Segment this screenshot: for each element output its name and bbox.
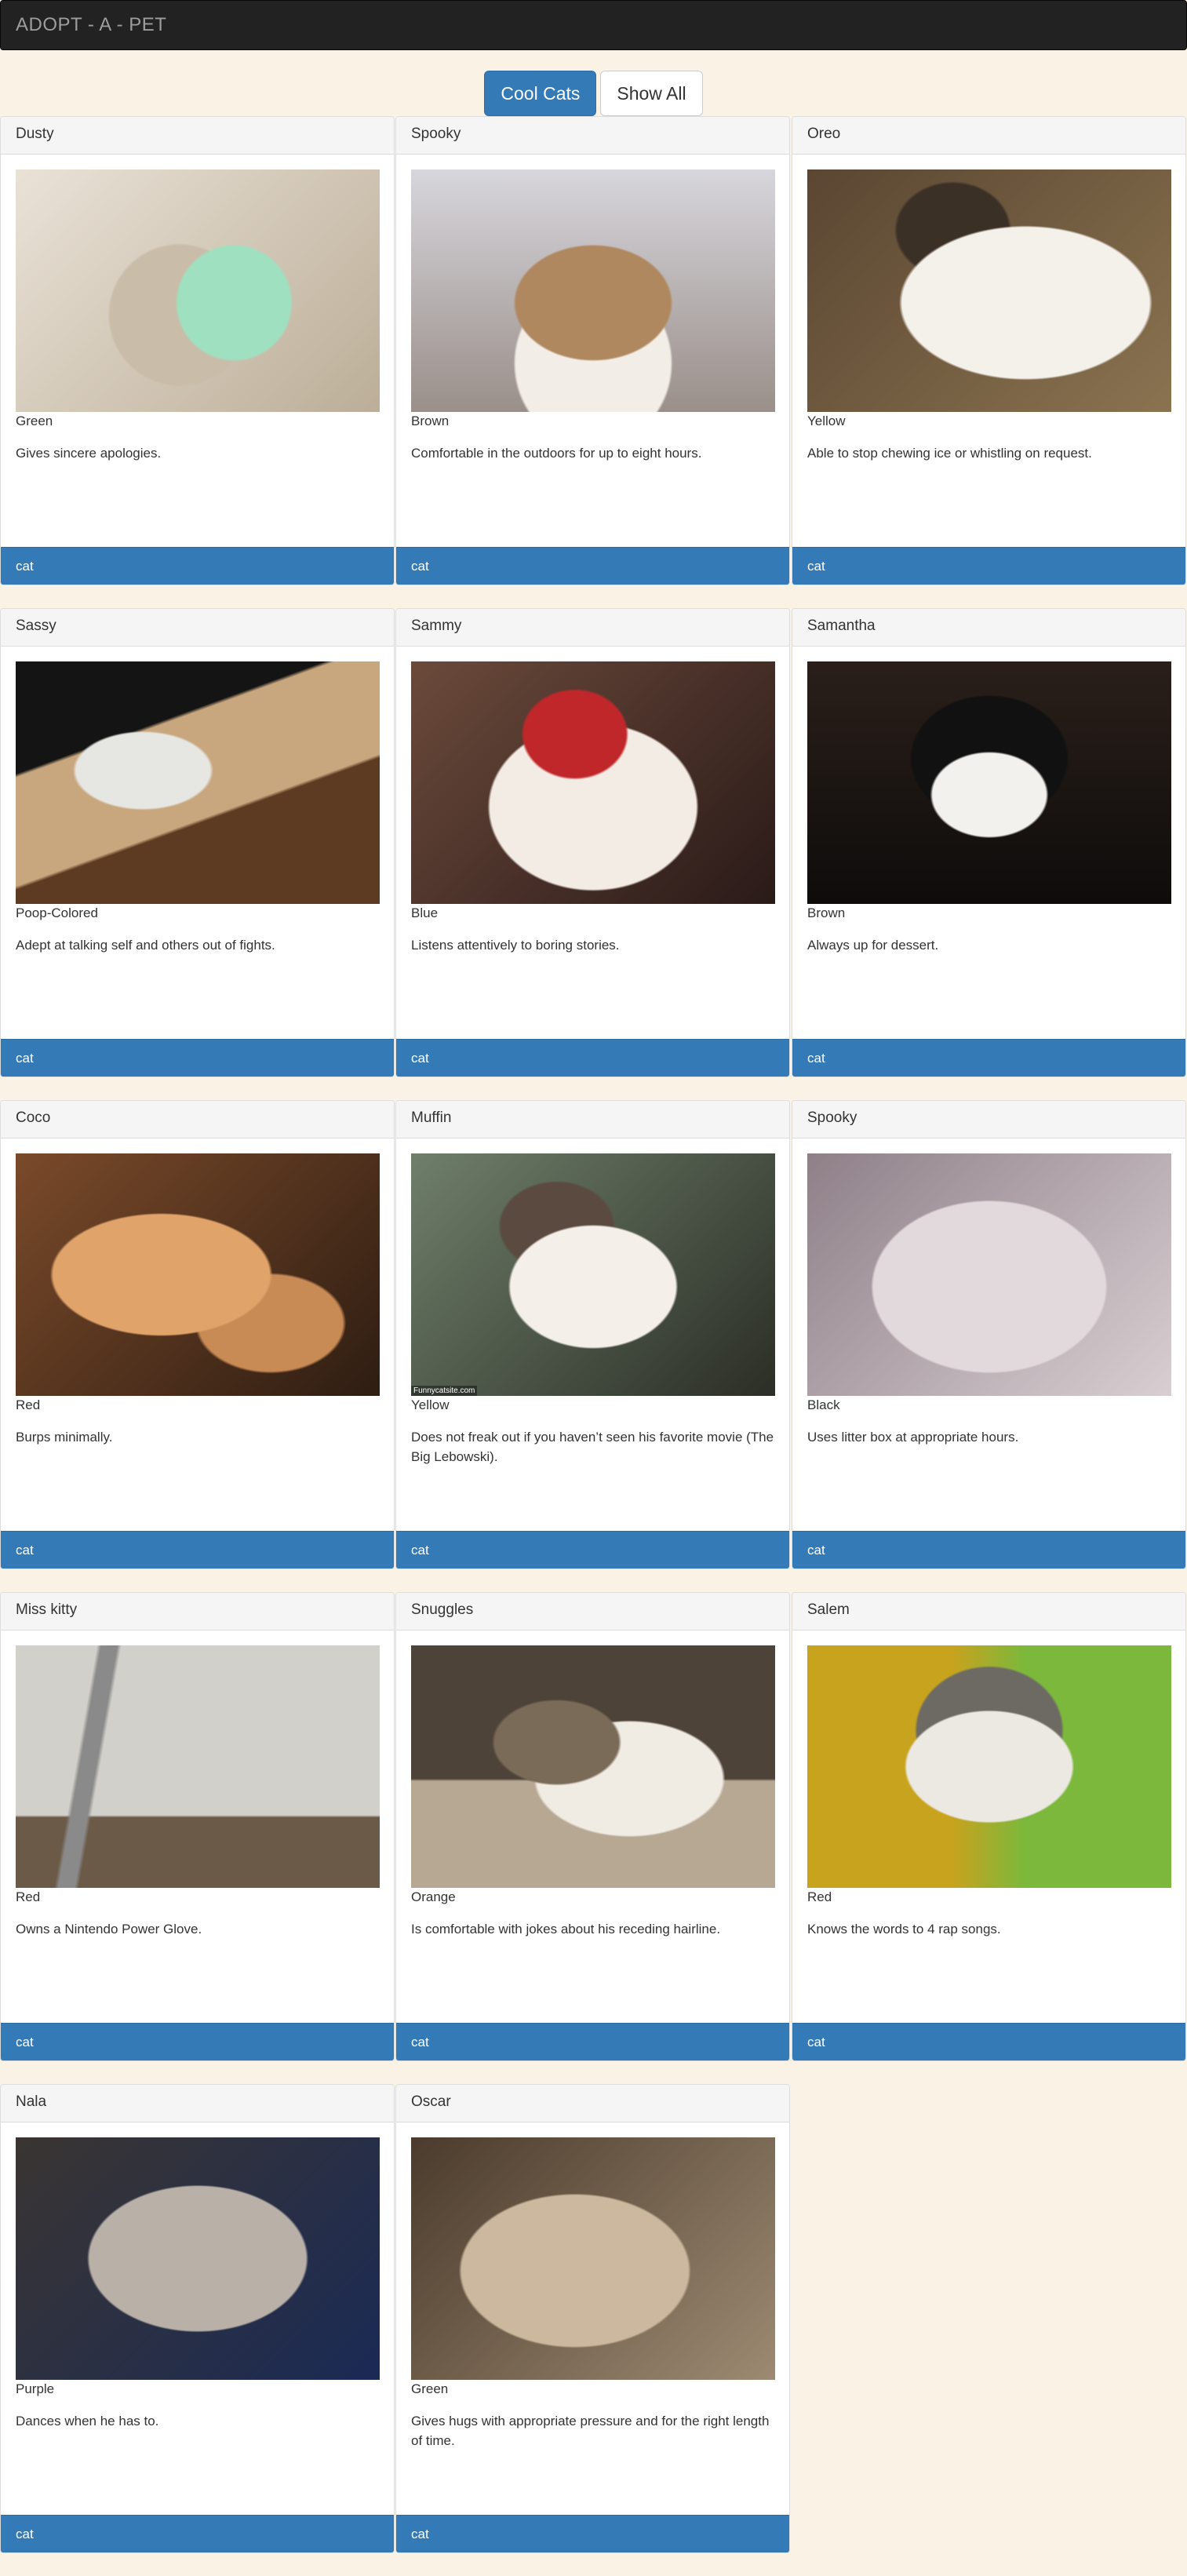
pet-name: Oscar bbox=[396, 2085, 789, 2122]
pet-color: Brown bbox=[807, 905, 846, 920]
pet-card: Samantha Brown Always up for dessert. ca… bbox=[792, 608, 1186, 1077]
pet-photo bbox=[807, 1153, 1171, 1396]
pet-card: Spooky Brown Comfortable in the outdoors… bbox=[395, 116, 790, 585]
pet-photo bbox=[807, 661, 1171, 904]
pet-photo bbox=[807, 169, 1171, 412]
pet-tag: cat bbox=[396, 547, 789, 585]
pet-description: Owns a Nintendo Power Glove. bbox=[16, 1922, 202, 1937]
pet-color: Yellow bbox=[411, 1397, 450, 1412]
pet-tag: cat bbox=[1, 2515, 394, 2552]
pet-color: Orange bbox=[411, 1889, 456, 1904]
pet-card: Spooky Black Uses litter box at appropri… bbox=[792, 1100, 1186, 1569]
pet-photo bbox=[16, 661, 380, 904]
pet-tag: cat bbox=[1, 1531, 394, 1569]
pet-color: Yellow bbox=[807, 414, 846, 428]
pet-color: Red bbox=[16, 1889, 41, 1904]
cool-cats-button[interactable]: Cool Cats bbox=[484, 71, 597, 116]
pet-color: Red bbox=[807, 1889, 832, 1904]
pet-tag: cat bbox=[1, 547, 394, 585]
pet-name: Sassy bbox=[1, 609, 394, 647]
pet-description: Knows the words to 4 rap songs. bbox=[807, 1922, 1001, 1937]
brand-title[interactable]: ADOPT - A - PET bbox=[16, 14, 166, 36]
pet-tag: cat bbox=[396, 1531, 789, 1569]
pet-tag: cat bbox=[1, 1039, 394, 1077]
pet-name: Sammy bbox=[396, 609, 789, 647]
pet-color: Brown bbox=[411, 414, 450, 428]
pet-name: Spooky bbox=[396, 117, 789, 155]
pet-card: Coco Red Burps minimally. cat bbox=[0, 1100, 395, 1569]
pet-color: Red bbox=[16, 1397, 41, 1412]
pet-color: Purple bbox=[16, 2381, 55, 2396]
pet-photo bbox=[16, 2137, 380, 2380]
pet-description: Uses litter box at appropriate hours. bbox=[807, 1430, 1019, 1445]
pet-name: Snuggles bbox=[396, 1593, 789, 1630]
pet-description: Listens attentively to boring stories. bbox=[411, 938, 620, 953]
pet-tag: cat bbox=[792, 2023, 1185, 2060]
pet-name: Salem bbox=[792, 1593, 1185, 1630]
pet-card: Muffin Funnycatsite.com Yellow Does not … bbox=[395, 1100, 790, 1569]
pet-description: Gives sincere apologies. bbox=[16, 446, 162, 461]
pet-color: Blue bbox=[411, 905, 439, 920]
pet-name: Samantha bbox=[792, 609, 1185, 647]
pet-photo: Funnycatsite.com bbox=[411, 1153, 775, 1396]
pet-photo bbox=[411, 2137, 775, 2380]
show-all-button[interactable]: Show All bbox=[600, 71, 703, 116]
pet-description: Adept at talking self and others out of … bbox=[16, 938, 275, 953]
pet-description: Is comfortable with jokes about his rece… bbox=[411, 1922, 721, 1937]
pet-tag: cat bbox=[396, 2515, 789, 2552]
pet-description: Always up for dessert. bbox=[807, 938, 939, 953]
pet-tag: cat bbox=[792, 547, 1185, 585]
pet-card: Sassy Poop-Colored Adept at talking self… bbox=[0, 608, 395, 1077]
pet-card: Miss kitty Red Owns a Nintendo Power Glo… bbox=[0, 1592, 395, 2061]
pet-photo bbox=[411, 169, 775, 412]
pet-card: Sammy Blue Listens attentively to boring… bbox=[395, 608, 790, 1077]
photo-caption: Funnycatsite.com bbox=[411, 1386, 478, 1396]
pet-tag: cat bbox=[396, 1039, 789, 1077]
pet-tag: cat bbox=[396, 2023, 789, 2060]
pet-description: Able to stop chewing ice or whistling on… bbox=[807, 446, 1092, 461]
pet-name: Coco bbox=[1, 1101, 394, 1139]
pet-card: Salem Red Knows the words to 4 rap songs… bbox=[792, 1592, 1186, 2061]
pet-tag: cat bbox=[1, 2023, 394, 2060]
pet-card: Snuggles Orange Is comfortable with joke… bbox=[395, 1592, 790, 2061]
pet-card: Nala Purple Dances when he has to. cat bbox=[0, 2084, 395, 2553]
pet-photo bbox=[411, 661, 775, 904]
pet-card: Dusty Green Gives sincere apologies. cat bbox=[0, 116, 395, 585]
pet-card: Oscar Green Gives hugs with appropriate … bbox=[395, 2084, 790, 2553]
pet-name: Dusty bbox=[1, 117, 394, 155]
pet-tag: cat bbox=[792, 1531, 1185, 1569]
pet-photo bbox=[16, 1645, 380, 1888]
pet-description: Dances when he has to. bbox=[16, 2414, 159, 2428]
filter-buttons: Cool Cats Show All bbox=[0, 71, 1187, 116]
navbar: ADOPT - A - PET bbox=[0, 0, 1187, 50]
pet-description: Gives hugs with appropriate pressure and… bbox=[411, 2414, 770, 2448]
pet-card: Oreo Yellow Able to stop chewing ice or … bbox=[792, 116, 1186, 585]
pet-name: Spooky bbox=[792, 1101, 1185, 1139]
pet-photo bbox=[16, 169, 380, 412]
pet-tag: cat bbox=[792, 1039, 1185, 1077]
pet-photo bbox=[411, 1645, 775, 1888]
pet-color: Black bbox=[807, 1397, 840, 1412]
pet-name: Muffin bbox=[396, 1101, 789, 1139]
pet-description: Does not freak out if you haven’t seen h… bbox=[411, 1430, 774, 1464]
pet-photo bbox=[16, 1153, 380, 1396]
pet-color: Poop-Colored bbox=[16, 905, 98, 920]
pet-description: Burps minimally. bbox=[16, 1430, 113, 1445]
pet-name: Oreo bbox=[792, 117, 1185, 155]
pet-color: Green bbox=[411, 2381, 449, 2396]
pet-color: Green bbox=[16, 414, 53, 428]
pet-description: Comfortable in the outdoors for up to ei… bbox=[411, 446, 702, 461]
pet-photo bbox=[807, 1645, 1171, 1888]
pet-name: Miss kitty bbox=[1, 1593, 394, 1630]
pet-name: Nala bbox=[1, 2085, 394, 2122]
